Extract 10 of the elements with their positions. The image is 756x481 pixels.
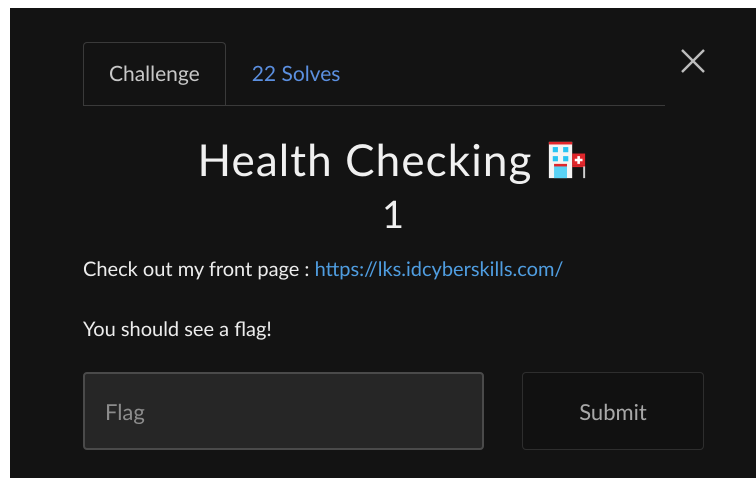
challenge-value: 1 <box>382 190 404 238</box>
flag-field[interactable]: Flag <box>83 372 484 450</box>
link[interactable]: https://lks.idcyberskills.com/ <box>314 257 564 281</box>
description-text: You should see a flag! <box>83 316 273 342</box>
description-text: Check out my front page : https://lks.idcyberskills.com/ <box>83 256 564 282</box>
tab[interactable]: 22 Solves <box>226 42 366 105</box>
submit-button[interactable]: Submit <box>522 372 704 450</box>
tab[interactable]: Challenge <box>83 42 226 105</box>
challenge-title: Health Checking <box>197 133 533 188</box>
close-icon[interactable] <box>680 48 706 74</box>
